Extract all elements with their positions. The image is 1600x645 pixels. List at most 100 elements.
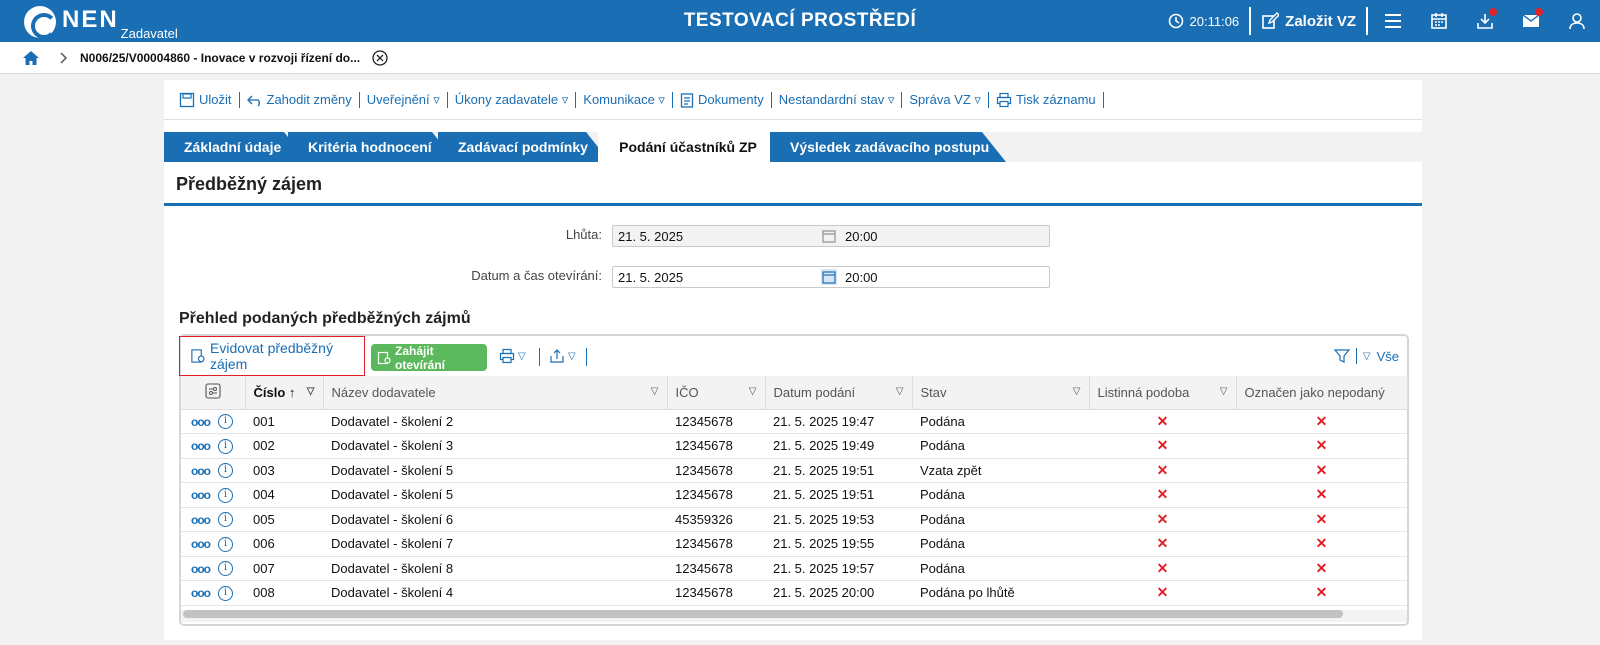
info-icon[interactable]: i [218,487,233,503]
save-button[interactable]: Uložit [172,91,240,108]
more-options-icon[interactable]: ooo [191,464,211,478]
contracting-acts-menu[interactable]: Úkony zadavatele ▿ [448,91,577,108]
user-button[interactable] [1554,0,1600,42]
register-interest-button[interactable]: Evidovat předběžný zájem [179,336,365,376]
table-row[interactable]: ooo i 001 Dodavatel - školení 2 12345678 21. … [181,409,1407,434]
table-row[interactable]: ooo i 006 Dodavatel - školení 7 12345678 21. … [181,531,1407,557]
info-icon[interactable]: i [218,438,233,454]
communication-label: Komunikace ▿ [583,91,665,107]
info-icon[interactable]: i [218,585,233,601]
opening-label: Datum a čas otevírání: [471,268,602,283]
opening-datetime-field[interactable]: 21. 5. 2025 20:00 [612,266,1050,288]
filter-dropdown-icon[interactable]: ▽ [1073,386,1081,397]
info-icon[interactable]: i [218,414,233,430]
record-toolbar: Uložit Zahodit změny Uveřejnění ▿ Úkony … [164,80,1422,120]
info-icon[interactable]: i [218,463,233,479]
more-options-icon[interactable]: ooo [191,586,211,600]
cell-ico: 12345678 [667,556,765,581]
communication-menu[interactable]: Komunikace ▿ [576,91,673,108]
publish-menu[interactable]: Uveřejnění ▿ [360,91,448,108]
table-row[interactable]: ooo i 007 Dodavatel - školení 8 12345678 21. … [181,556,1407,581]
column-header-number[interactable]: Číslo ↑ ▽ [245,376,324,410]
more-options-icon[interactable]: ooo [191,513,211,527]
filter-icon[interactable] [1333,348,1350,364]
tab-procedure-result[interactable]: Výsledek zadávacího postupu [770,132,1006,162]
horizontal-scrollbar-thumb[interactable] [183,610,1343,618]
start-opening-button[interactable]: Zahájit otevírání [371,344,487,372]
opening-icon [377,351,391,364]
downloads-button[interactable] [1462,0,1508,42]
cell-ico: 12345678 [667,458,765,483]
table-row[interactable]: ooo i 002 Dodavatel - školení 3 12345678 21. … [181,433,1407,459]
cell-state: Vzata zpět [912,458,1089,483]
messages-button[interactable] [1508,0,1554,42]
horizontal-scrollbar-track[interactable] [181,610,1407,622]
nonstandard-state-menu[interactable]: Nestandardní stav ▿ [772,91,903,108]
tab-basic-info[interactable]: Základní údaje [164,132,308,162]
cell-unsubmitted-cross-icon: ✕ [1236,433,1407,459]
cell-date: 21. 5. 2025 19:51 [765,458,912,483]
chevron-down-icon: ▽ [1362,350,1371,362]
table-row[interactable]: ooo i 004 Dodavatel - školení 5 12345678 21. … [181,482,1407,508]
cell-supplier: Dodavatel - školení 8 [323,556,667,581]
divider [1355,348,1357,364]
row-actions: ooo i [181,409,245,434]
tab-submissions[interactable]: Podání účastníků ZP [598,132,778,162]
column-header-paper[interactable]: Listinná podoba ▽ [1089,376,1237,410]
filter-dropdown-icon[interactable]: ▽ [1220,386,1228,397]
more-options-icon[interactable]: ooo [191,488,211,502]
grid-print-menu[interactable]: ▽ [499,348,526,364]
nen-logo[interactable]: NEN Zadavatel [24,4,178,41]
table-row[interactable]: ooo i 003 Dodavatel - školení 5 12345678 21. … [181,458,1407,483]
documents-button[interactable]: Dokumenty [673,91,772,108]
column-header-unsubmitted[interactable]: Označen jako nepodaný [1236,376,1408,410]
clock-icon [1168,13,1183,29]
filter-dropdown-icon[interactable]: ▽ [896,386,904,397]
cell-supplier: Dodavatel - školení 7 [323,531,667,557]
table-row[interactable]: ooo i 008 Dodavatel - školení 4 12345678 21. … [181,580,1407,606]
column-settings-header[interactable] [181,376,246,410]
calendar-icon[interactable] [821,269,837,285]
create-vz-button[interactable]: Založit VZ [1261,0,1356,42]
more-options-icon[interactable]: ooo [191,415,211,429]
calendar-icon [822,230,836,243]
view-selector[interactable]: ▽ Vše [1333,348,1399,364]
column-header-ico[interactable]: IČO ▽ [667,376,766,410]
save-icon [179,92,195,107]
vz-management-menu[interactable]: Správa VZ ▿ [902,91,989,108]
settings-sliders-icon[interactable] [205,383,221,399]
breadcrumb-current[interactable]: N006/25/V00004860 - Inovace v rozvoji ří… [80,51,360,65]
sort-up-icon: ↑ [288,384,296,400]
more-options-icon[interactable]: ooo [191,439,211,453]
cell-unsubmitted-cross-icon: ✕ [1236,580,1407,606]
tab-tender-conditions[interactable]: Zadávací podmínky [438,132,610,162]
info-icon[interactable]: i [218,561,233,577]
column-header-state[interactable]: Stav ▽ [912,376,1090,410]
close-icon[interactable] [372,49,388,66]
more-options-icon[interactable]: ooo [191,537,211,551]
deadline-time: 20:00 [845,229,878,244]
cell-ico: 45359326 [667,507,765,532]
discard-changes-button[interactable]: Zahodit změny [240,91,360,108]
submissions-table: Číslo ↑ ▽ Název dodavatele ▽ IČO ▽ Datum po… [181,376,1408,606]
home-icon[interactable] [22,50,40,66]
tab-bar: Základní údaje Kritéria hodnocení Zadáva… [164,132,1422,162]
column-header-supplier[interactable]: Název dodavatele ▽ [323,376,668,410]
menu-button[interactable] [1370,0,1416,42]
calendar-button[interactable] [1416,0,1462,42]
info-icon[interactable]: i [218,536,233,552]
export-icon [550,349,564,363]
tab-evaluation-criteria[interactable]: Kritéria hodnocení [288,132,456,162]
info-icon[interactable]: i [218,512,233,528]
table-row[interactable]: ooo i 005 Dodavatel - školení 6 45359326 21. … [181,507,1407,532]
cell-unsubmitted-cross-icon: ✕ [1236,458,1407,483]
filter-dropdown-icon[interactable]: ▽ [749,386,757,397]
print-record-button[interactable]: Tisk záznamu [989,91,1104,108]
filter-dropdown-icon[interactable]: ▽ [307,386,315,397]
cell-date: 21. 5. 2025 19:49 [765,433,912,459]
cell-unsubmitted-cross-icon: ✕ [1236,409,1407,434]
column-header-date[interactable]: Datum podání ▽ [765,376,913,410]
more-options-icon[interactable]: ooo [191,562,211,576]
filter-dropdown-icon[interactable]: ▽ [651,386,659,397]
grid-export-menu[interactable]: ▽ [549,348,576,364]
